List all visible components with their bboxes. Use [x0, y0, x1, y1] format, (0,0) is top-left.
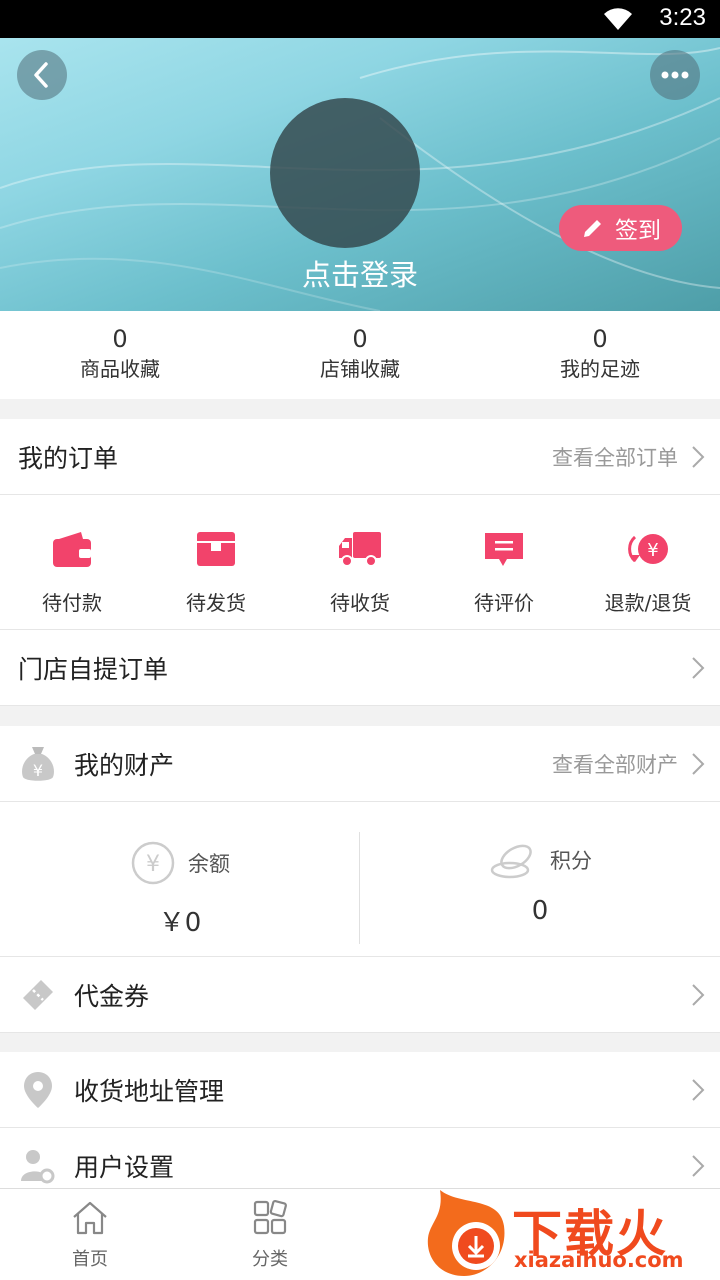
chevron-right-icon	[692, 445, 705, 468]
stat-shop-favorites[interactable]: 0 店铺收藏	[240, 311, 480, 399]
coins-stack-icon	[490, 844, 532, 879]
points-value: 0	[531, 896, 549, 926]
stat-value: 0	[112, 325, 128, 353]
svg-text:¥: ¥	[146, 852, 160, 877]
pencil-icon	[584, 220, 601, 237]
my-orders-row[interactable]: 我的订单 查看全部订单	[0, 419, 720, 495]
store-pickup-row[interactable]: 门店自提订单	[0, 630, 720, 706]
view-all-orders-link[interactable]: 查看全部订单	[552, 442, 678, 472]
back-button[interactable]	[17, 50, 67, 100]
order-item-label: 退款/退货	[604, 591, 692, 615]
stat-footprints[interactable]: 0 我的足迹	[480, 311, 720, 399]
checkin-button[interactable]: 签到	[559, 205, 682, 251]
order-item-label: 待付款	[42, 591, 102, 615]
assets-section: ¥ 我的财产 查看全部财产 ¥ 余额 ￥0 积分 0 代金券	[0, 726, 720, 1033]
my-orders-title: 我的订单	[18, 443, 119, 473]
view-all-assets-link[interactable]: 查看全部财产	[552, 749, 678, 779]
order-pending-review[interactable]: 待评价	[432, 495, 576, 629]
coupons-title: 代金券	[74, 981, 150, 1011]
svg-text:¥: ¥	[647, 540, 658, 561]
grid-icon	[253, 1200, 287, 1235]
more-button[interactable]	[650, 50, 700, 100]
checkin-label: 签到	[615, 218, 661, 244]
orders-section: 我的订单 查看全部订单 待付款 待发货 待收货 待评价 ¥ 退款/退货 门店自提…	[0, 419, 720, 706]
chevron-right-icon	[692, 1154, 705, 1177]
chevron-left-icon	[34, 62, 48, 88]
avatar[interactable]	[270, 98, 420, 248]
points-block[interactable]: 积分 0	[360, 802, 720, 956]
order-refund[interactable]: ¥ 退款/退货	[576, 495, 720, 629]
package-icon	[197, 532, 235, 566]
my-assets-row[interactable]: ¥ 我的财产 查看全部财产	[0, 726, 720, 802]
coupons-row[interactable]: 代金券	[0, 957, 720, 1033]
order-pending-receipt[interactable]: 待收货	[288, 495, 432, 629]
money-bag-icon: ¥	[22, 746, 54, 781]
tab-home[interactable]: 首页	[0, 1189, 180, 1280]
tab-label: 首页	[72, 1249, 108, 1270]
truck-icon	[339, 532, 381, 567]
balance-label: 余额	[188, 852, 230, 876]
yuan-coin-icon: ¥	[131, 841, 175, 885]
stat-label: 商品收藏	[80, 357, 160, 381]
stat-label: 我的足迹	[560, 357, 640, 381]
chevron-right-icon	[692, 983, 705, 1006]
wallet-icon	[53, 532, 91, 567]
watermark-url: xiazaihuo.com	[514, 1248, 684, 1272]
my-assets-title: 我的财产	[74, 750, 175, 780]
coupon-icon	[23, 979, 53, 1010]
account-section: 收货地址管理 用户设置	[0, 1052, 720, 1204]
status-bar: 3:23	[0, 0, 720, 38]
settings-title: 用户设置	[74, 1152, 175, 1182]
user-settings-icon	[21, 1149, 55, 1183]
chevron-right-icon	[692, 752, 705, 775]
profile-header: 点击登录 签到	[0, 38, 720, 311]
login-link[interactable]: 点击登录	[0, 252, 720, 294]
order-item-label: 待收货	[330, 591, 390, 615]
order-item-label: 待发货	[186, 591, 246, 615]
order-status-grid: 待付款 待发货 待收货 待评价 ¥ 退款/退货	[0, 495, 720, 630]
order-pending-payment[interactable]: 待付款	[0, 495, 144, 629]
chevron-right-icon	[692, 1078, 705, 1101]
stat-label: 店铺收藏	[320, 357, 400, 381]
site-watermark: 下载火 xiazaihuo.com	[420, 1186, 720, 1280]
stats-bar: 0 商品收藏 0 店铺收藏 0 我的足迹	[0, 311, 720, 399]
address-row[interactable]: 收货地址管理	[0, 1052, 720, 1128]
home-icon	[73, 1201, 107, 1235]
more-dots-icon	[661, 71, 689, 79]
stat-value: 0	[352, 325, 368, 353]
stat-product-favorites[interactable]: 0 商品收藏	[0, 311, 240, 399]
address-title: 收货地址管理	[74, 1076, 225, 1106]
points-label: 积分	[550, 849, 592, 873]
assets-summary: ¥ 余额 ￥0 积分 0	[0, 802, 720, 957]
stat-value: 0	[592, 325, 608, 353]
store-pickup-title: 门店自提订单	[18, 654, 169, 684]
order-item-label: 待评价	[474, 591, 534, 615]
flame-logo-icon	[427, 1190, 505, 1276]
order-pending-shipment[interactable]: 待发货	[144, 495, 288, 629]
status-time: 3:23	[659, 4, 706, 31]
refund-icon: ¥	[628, 534, 668, 564]
location-pin-icon	[24, 1071, 52, 1108]
tab-category[interactable]: 分类	[180, 1189, 360, 1280]
balance-value: ￥0	[158, 908, 202, 938]
chevron-right-icon	[692, 656, 705, 679]
balance-block[interactable]: ¥ 余额 ￥0	[0, 802, 360, 956]
svg-text:¥: ¥	[33, 761, 43, 780]
wifi-icon	[604, 8, 632, 30]
tab-label: 分类	[252, 1249, 288, 1270]
comment-icon	[485, 533, 523, 566]
